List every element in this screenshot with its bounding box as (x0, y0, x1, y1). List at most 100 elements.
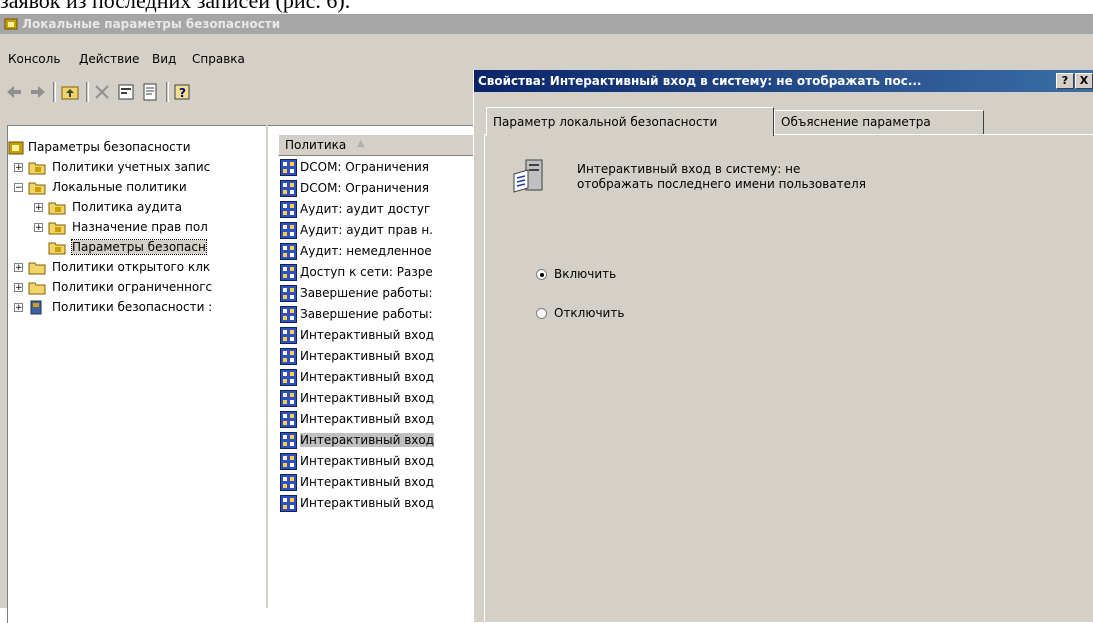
list-item-label: Интерактивный вход (300, 496, 435, 510)
policy-item-icon (280, 390, 297, 407)
list-item[interactable]: Интерактивный вход (278, 388, 473, 409)
folder-lock-icon (48, 242, 66, 255)
enable-radio[interactable]: Включить (536, 267, 736, 285)
policy-item-icon (280, 180, 297, 197)
svg-text:?: ? (179, 86, 186, 100)
list-item-label: Аудит: аудит достуг (300, 202, 431, 216)
list-item[interactable]: Завершение работы: (278, 304, 473, 325)
tree-label: Политики безопасности : (52, 300, 213, 314)
policy-item-icon (280, 369, 297, 386)
window-title: Локальные параметры безопасности (22, 17, 281, 31)
list-item[interactable]: Аудит: аудит достуг (278, 199, 473, 220)
list-item[interactable]: Интерактивный вход (278, 346, 473, 367)
list-item[interactable]: Интерактивный вход (278, 472, 473, 493)
window-title-bar: Локальные параметры безопасности (0, 14, 1093, 34)
list-item[interactable]: Завершение работы: (278, 283, 473, 304)
list-item-label: DCOM: Ограничения (300, 181, 429, 195)
list-item[interactable]: Аудит: аудит прав н. (278, 220, 473, 241)
radio-button-icon[interactable] (536, 269, 547, 280)
policy-item-icon (280, 432, 297, 449)
policy-item-icon (280, 201, 297, 218)
tab-panel (484, 134, 1093, 623)
policy-item-icon (280, 159, 297, 176)
ip-security-icon (30, 300, 42, 315)
list-item-label: Интерактивный вход (300, 433, 435, 447)
policy-item-icon (280, 222, 297, 239)
radio-button-icon[interactable] (536, 308, 547, 319)
forward-arrow-icon[interactable] (28, 82, 48, 102)
list-item[interactable]: DCOM: Ограничения (278, 178, 473, 199)
properties-dialog: Свойства: Интерактивный вход в систему: … (473, 70, 1093, 623)
list-item[interactable]: Доступ к сети: Разре (278, 262, 473, 283)
policy-item-icon (280, 243, 297, 260)
list-item[interactable]: Интерактивный вход (278, 493, 473, 514)
radio-label: Включить (554, 267, 617, 281)
list-item-label: Интерактивный вход (300, 412, 435, 426)
column-header-label: Политика (285, 138, 347, 152)
policy-item-icon (280, 327, 297, 344)
expand-icon[interactable]: + (14, 283, 23, 293)
tab-label: Объяснение параметра (781, 115, 931, 129)
radio-label: Отключить (554, 306, 625, 320)
policy-item-icon (280, 348, 297, 365)
security-settings-icon (8, 141, 24, 155)
list-item[interactable]: DCOM: Ограничения (278, 157, 473, 178)
tree-label: Локальные политики (52, 180, 187, 194)
document-caption: заявок из последних записей (рис. 6). (0, 0, 351, 13)
toolbar: ? (0, 78, 470, 106)
delete-icon[interactable] (92, 82, 112, 102)
tab-explain[interactable]: Объяснение параметра (774, 110, 984, 135)
policy-item-icon (280, 495, 297, 512)
tab-local-security-setting[interactable]: Параметр локальной безопасности (486, 107, 774, 136)
tree-label: Политики открытого клк (52, 260, 211, 274)
menu-console[interactable]: Консоль (8, 52, 60, 66)
export-list-icon[interactable] (140, 82, 160, 102)
list-item-label: Завершение работы: (300, 286, 433, 300)
policy-item-icon (280, 411, 297, 428)
folder-icon (28, 262, 46, 275)
folder-lock-icon (28, 182, 46, 195)
expand-icon[interactable]: + (14, 263, 23, 273)
list-item[interactable]: Интерактивный вход (278, 409, 473, 430)
close-button[interactable]: X (1075, 73, 1093, 89)
folder-lock-icon (28, 162, 46, 175)
disable-radio[interactable]: Отключить (536, 306, 736, 324)
menu-action[interactable]: Действие (79, 52, 139, 66)
expand-icon[interactable]: + (14, 303, 23, 313)
list-item[interactable]: Аудит: немедленное (278, 241, 473, 262)
list-item-label: Аудит: аудит прав н. (300, 223, 433, 237)
expand-icon[interactable]: + (34, 203, 43, 213)
tab-label: Параметр локальной безопасности (493, 115, 718, 129)
policy-item-icon (280, 285, 297, 302)
back-arrow-icon[interactable] (4, 82, 24, 102)
list-item[interactable]: Интерактивный вход (278, 367, 473, 388)
toolbar-separator (166, 82, 169, 102)
folder-icon (28, 282, 46, 295)
list-item-label: Завершение работы: (300, 307, 433, 321)
console-tree: Параметры безопасности + Политики учетны… (7, 125, 266, 623)
list-item-label: Интерактивный вход (300, 475, 435, 489)
expand-icon[interactable]: + (14, 163, 23, 173)
expand-icon[interactable]: + (34, 223, 43, 233)
tree-label: Политики ограниченногс (52, 280, 213, 294)
help-icon[interactable]: ? (172, 82, 192, 102)
list-item-label: Интерактивный вход (300, 370, 435, 384)
collapse-icon[interactable]: − (14, 183, 23, 193)
help-button[interactable]: ? (1056, 73, 1074, 89)
list-item[interactable]: Интерактивный вход (278, 325, 473, 346)
policy-name: Интерактивный вход в систему: не отображ… (577, 162, 866, 191)
policy-list: Политика ▲ DCOM: Ограничения DCOM: Ограни… (268, 125, 473, 623)
list-item-label: Интерактивный вход (300, 349, 435, 363)
tree-label: Политика аудита (72, 200, 182, 214)
list-item[interactable]: Интерактивный вход (278, 430, 473, 451)
app-icon (4, 18, 18, 30)
tree-label: Параметры безопасности (28, 140, 191, 154)
menu-view[interactable]: Вид (152, 52, 176, 66)
up-folder-icon[interactable] (60, 82, 80, 102)
properties-icon[interactable] (116, 82, 136, 102)
tree-label: Политики учетных запис (52, 160, 211, 174)
tree-label: Параметры безопасн (71, 239, 207, 255)
list-item[interactable]: Интерактивный вход (278, 451, 473, 472)
menu-help[interactable]: Справка (192, 52, 245, 66)
column-header-policy[interactable]: Политика ▲ (278, 134, 473, 156)
